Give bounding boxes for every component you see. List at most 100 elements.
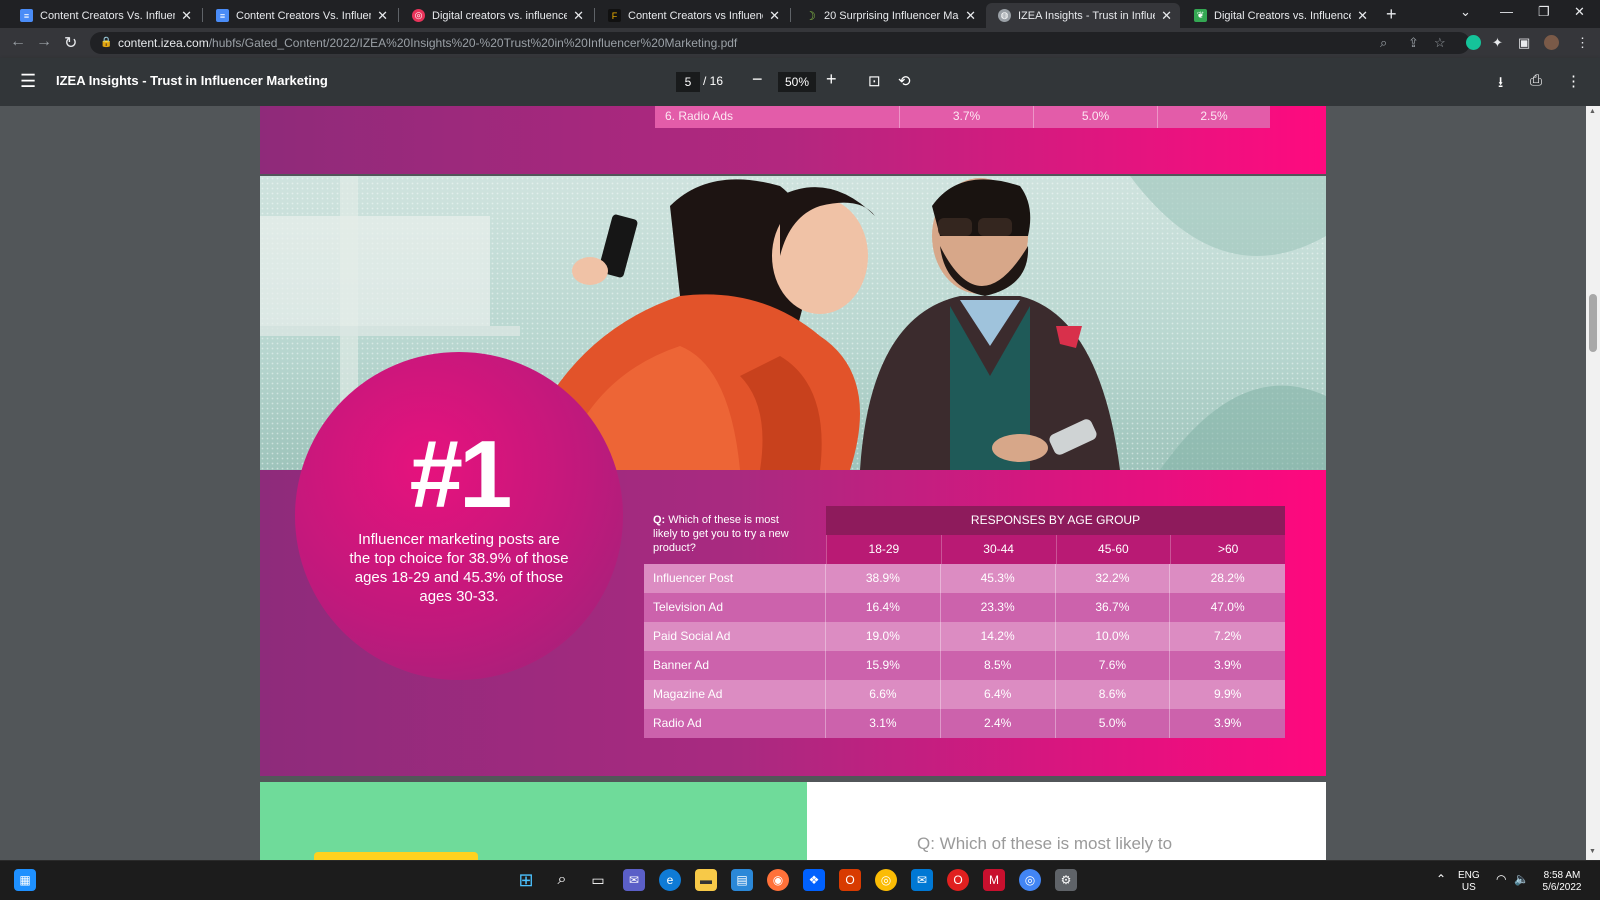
chrome-menu-icon[interactable]: ⋮ xyxy=(1576,35,1589,51)
zoom-in-button[interactable]: + xyxy=(826,69,837,90)
chrome-active-icon[interactable]: ◎ xyxy=(1019,869,1041,891)
store-icon[interactable]: ▤ xyxy=(731,869,753,891)
tab-3[interactable]: ◎ Digital creators vs. influencers: W ✕ xyxy=(400,3,592,28)
close-icon[interactable]: ✕ xyxy=(377,8,388,24)
row-label: Influencer Post xyxy=(644,564,826,593)
pdf-title: IZEA Insights - Trust in Influencer Mark… xyxy=(56,73,328,88)
chrome-icon[interactable]: ◎ xyxy=(875,869,897,891)
wifi-icon[interactable]: ◠ xyxy=(1496,873,1506,885)
settings-gear-icon[interactable]: ⚙ xyxy=(1055,869,1077,891)
tab-6-active[interactable]: ◍ IZEA Insights - Trust in Influence ✕ xyxy=(986,3,1180,28)
close-icon[interactable]: ✕ xyxy=(1161,8,1172,24)
close-icon[interactable]: ✕ xyxy=(965,8,976,24)
tab-search-icon[interactable]: ⌄ xyxy=(1460,4,1471,20)
mail-icon[interactable]: ✉ xyxy=(911,869,933,891)
close-window-button[interactable]: ✕ xyxy=(1574,4,1585,20)
tab-4[interactable]: F Content Creators vs Influencers ✕ xyxy=(596,3,788,28)
row-value: 7.2% xyxy=(1213,629,1242,643)
hamburger-menu-icon[interactable]: ☰ xyxy=(20,71,36,92)
widgets-icon[interactable]: ▦ xyxy=(14,869,36,891)
f-icon: F xyxy=(608,9,621,22)
restore-button[interactable]: ❐ xyxy=(1538,4,1550,20)
zoom-out-button[interactable]: − xyxy=(752,69,763,90)
age-group-label: 18-29 xyxy=(826,535,941,564)
share-icon[interactable]: ⇪ xyxy=(1408,35,1419,51)
new-tab-button[interactable]: + xyxy=(1386,4,1397,25)
tab-7[interactable]: ❦ Digital Creators vs. Influencers: W ✕ xyxy=(1182,3,1376,28)
tab-title: Digital Creators vs. Influencers: W xyxy=(1214,9,1351,22)
callout-text: Influencer marketing posts are the top c… xyxy=(349,531,569,605)
previous-page-bottom: 6. Radio Ads 3.7% 5.0% 2.5% xyxy=(260,106,1326,174)
row-label: Television Ad xyxy=(644,593,826,622)
lock-icon[interactable]: 🔒 xyxy=(100,32,112,54)
row-value: 36.7% xyxy=(1056,593,1171,622)
clock[interactable]: 8:58 AM 5/6/2022 xyxy=(1532,870,1592,894)
next-page-question: Q: Which of these is most likely to xyxy=(917,834,1173,853)
task-view-icon[interactable]: ▭ xyxy=(587,869,609,891)
row-value: 6.6% xyxy=(826,680,941,709)
close-icon[interactable]: ✕ xyxy=(1357,8,1368,24)
tab-5[interactable]: ☽ 20 Surprising Influencer Market ✕ xyxy=(792,3,984,28)
firefox-icon[interactable]: ◉ xyxy=(767,869,789,891)
tab-title: Content Creators Vs. Influencers xyxy=(236,9,371,22)
tab-title: IZEA Insights - Trust in Influence xyxy=(1018,9,1155,22)
fit-page-icon[interactable]: ⊡ xyxy=(868,72,881,90)
grammarly-icon[interactable] xyxy=(1466,35,1481,50)
row-value: 2.4% xyxy=(941,709,1056,738)
age-group-label: 45-60 xyxy=(1055,535,1171,564)
rotate-icon[interactable]: ⟲ xyxy=(898,72,911,90)
reload-icon[interactable]: ↻ xyxy=(64,33,77,53)
prev-row-value: 5.0% xyxy=(1034,106,1158,128)
bookmark-star-icon[interactable]: ☆ xyxy=(1434,35,1446,51)
more-options-icon[interactable]: ⋮ xyxy=(1566,72,1581,90)
sidepanel-icon[interactable]: ▣ xyxy=(1518,35,1530,51)
pdf-viewer[interactable]: 6. Radio Ads 3.7% 5.0% 2.5% #1 Influence… xyxy=(0,106,1586,860)
zoom-input[interactable]: 50% xyxy=(778,72,816,92)
row-label: Banner Ad xyxy=(644,651,826,680)
close-icon[interactable]: ✕ xyxy=(181,8,192,24)
print-icon[interactable]: ⎙ xyxy=(1530,72,1542,89)
mcafee-icon[interactable]: M xyxy=(983,869,1005,891)
download-icon[interactable]: ⭳ xyxy=(1498,72,1503,97)
page-number-input[interactable]: 5 xyxy=(676,72,700,92)
row-value: 3.9% xyxy=(1213,658,1242,672)
url-input[interactable]: 🔒 content.izea.com/hubfs/Gated_Content/2… xyxy=(90,32,1470,54)
volume-icon[interactable]: 🔈 xyxy=(1514,873,1529,885)
table-row: Magazine Ad 6.6% 6.4% 8.6% 9.9% xyxy=(644,680,1285,709)
age-group-header: RESPONSES BY AGE GROUP xyxy=(826,506,1285,535)
minimize-button[interactable]: — xyxy=(1500,4,1513,19)
profile-avatar[interactable] xyxy=(1544,35,1559,50)
row-value: 47.0% xyxy=(1210,600,1245,614)
tab-1[interactable]: ≡ Content Creators Vs. Influencers ✕ xyxy=(8,3,200,28)
file-explorer-icon[interactable]: ▬ xyxy=(695,869,717,891)
start-icon[interactable]: ⊞ xyxy=(515,869,537,891)
circle-red-icon: ◎ xyxy=(412,9,425,22)
tab-title: 20 Surprising Influencer Market xyxy=(824,9,959,22)
scroll-down-icon[interactable]: ▼ xyxy=(1589,848,1596,855)
language-indicator[interactable]: ENG US xyxy=(1458,870,1480,894)
vertical-scrollbar[interactable]: ▲ ▼ xyxy=(1586,106,1600,860)
forward-icon[interactable]: → xyxy=(36,33,52,51)
leaf-icon: ❦ xyxy=(1194,9,1207,22)
dropbox-icon[interactable]: ❖ xyxy=(803,869,825,891)
search-icon[interactable]: ⌕ xyxy=(551,869,573,891)
edge-icon[interactable]: e xyxy=(659,869,681,891)
zoom-lens-icon[interactable]: ⌕ xyxy=(1380,35,1387,51)
office-icon[interactable]: O xyxy=(839,869,861,891)
row-value: 23.3% xyxy=(941,593,1056,622)
close-icon[interactable]: ✕ xyxy=(769,8,780,24)
scroll-thumb[interactable] xyxy=(1589,294,1597,352)
scroll-up-icon[interactable]: ▲ xyxy=(1589,108,1596,115)
close-icon[interactable]: ✕ xyxy=(573,8,584,24)
row-label: Radio Ad xyxy=(644,709,826,738)
page-total: / 16 xyxy=(703,74,724,88)
docs-icon: ≡ xyxy=(216,9,229,22)
row-value: 14.2% xyxy=(941,622,1056,651)
tab-2[interactable]: ≡ Content Creators Vs. Influencers ✕ xyxy=(204,3,396,28)
opera-icon[interactable]: O xyxy=(947,869,969,891)
extensions-icon[interactable]: ✦ xyxy=(1492,35,1503,51)
back-icon[interactable]: ← xyxy=(10,33,26,51)
table-row: Television Ad 16.4% 23.3% 36.7% 47.0% xyxy=(644,593,1285,622)
teams-chat-icon[interactable]: ✉ xyxy=(623,869,645,891)
tray-chevron-icon[interactable]: ⌃ xyxy=(1436,873,1446,885)
